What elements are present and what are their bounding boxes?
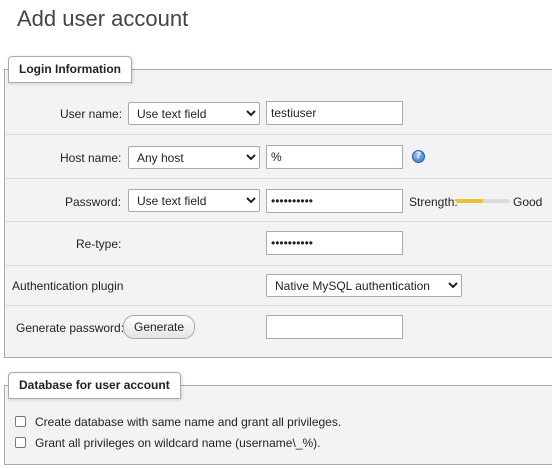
grant-wildcard-checkbox[interactable] bbox=[15, 437, 26, 448]
row-divider bbox=[6, 265, 552, 266]
generate-button[interactable]: Generate bbox=[123, 315, 196, 339]
username-label: User name: bbox=[60, 107, 123, 121]
password-strength-meter bbox=[456, 199, 510, 203]
row-divider bbox=[6, 305, 552, 306]
hostname-mode-select[interactable]: Any host bbox=[128, 146, 260, 169]
password-strength-fill bbox=[456, 199, 483, 203]
create-database-checkbox[interactable] bbox=[15, 416, 26, 427]
database-legend: Database for user account bbox=[8, 372, 181, 399]
help-icon[interactable]: ? bbox=[412, 150, 425, 163]
auth-plugin-label: Authentication plugin bbox=[12, 279, 124, 293]
hostname-label: Host name: bbox=[60, 151, 122, 165]
strength-label: Strength: bbox=[409, 195, 458, 209]
retype-label: Re-type: bbox=[76, 237, 122, 251]
row-divider bbox=[6, 134, 552, 135]
login-information-legend: Login Information bbox=[8, 56, 132, 83]
password-mode-select[interactable]: Use text field bbox=[128, 189, 260, 212]
generated-password-input[interactable] bbox=[266, 315, 403, 339]
grant-wildcard-label: Grant all privileges on wildcard name (u… bbox=[35, 436, 321, 450]
hostname-input[interactable] bbox=[266, 145, 403, 169]
password-input[interactable] bbox=[266, 189, 403, 213]
create-database-label: Create database with same name and grant… bbox=[35, 415, 342, 429]
auth-plugin-select[interactable]: Native MySQL authentication bbox=[266, 274, 462, 297]
username-mode-select[interactable]: Use text field bbox=[128, 102, 260, 125]
password-label: Password: bbox=[65, 195, 122, 209]
row-divider bbox=[6, 178, 552, 179]
username-input[interactable] bbox=[266, 101, 403, 125]
retype-password-input[interactable] bbox=[266, 231, 403, 255]
row-divider bbox=[6, 221, 552, 222]
page-title: Add user account bbox=[17, 6, 189, 31]
strength-value: Good bbox=[513, 195, 543, 209]
generate-password-label: Generate password: bbox=[16, 321, 125, 335]
